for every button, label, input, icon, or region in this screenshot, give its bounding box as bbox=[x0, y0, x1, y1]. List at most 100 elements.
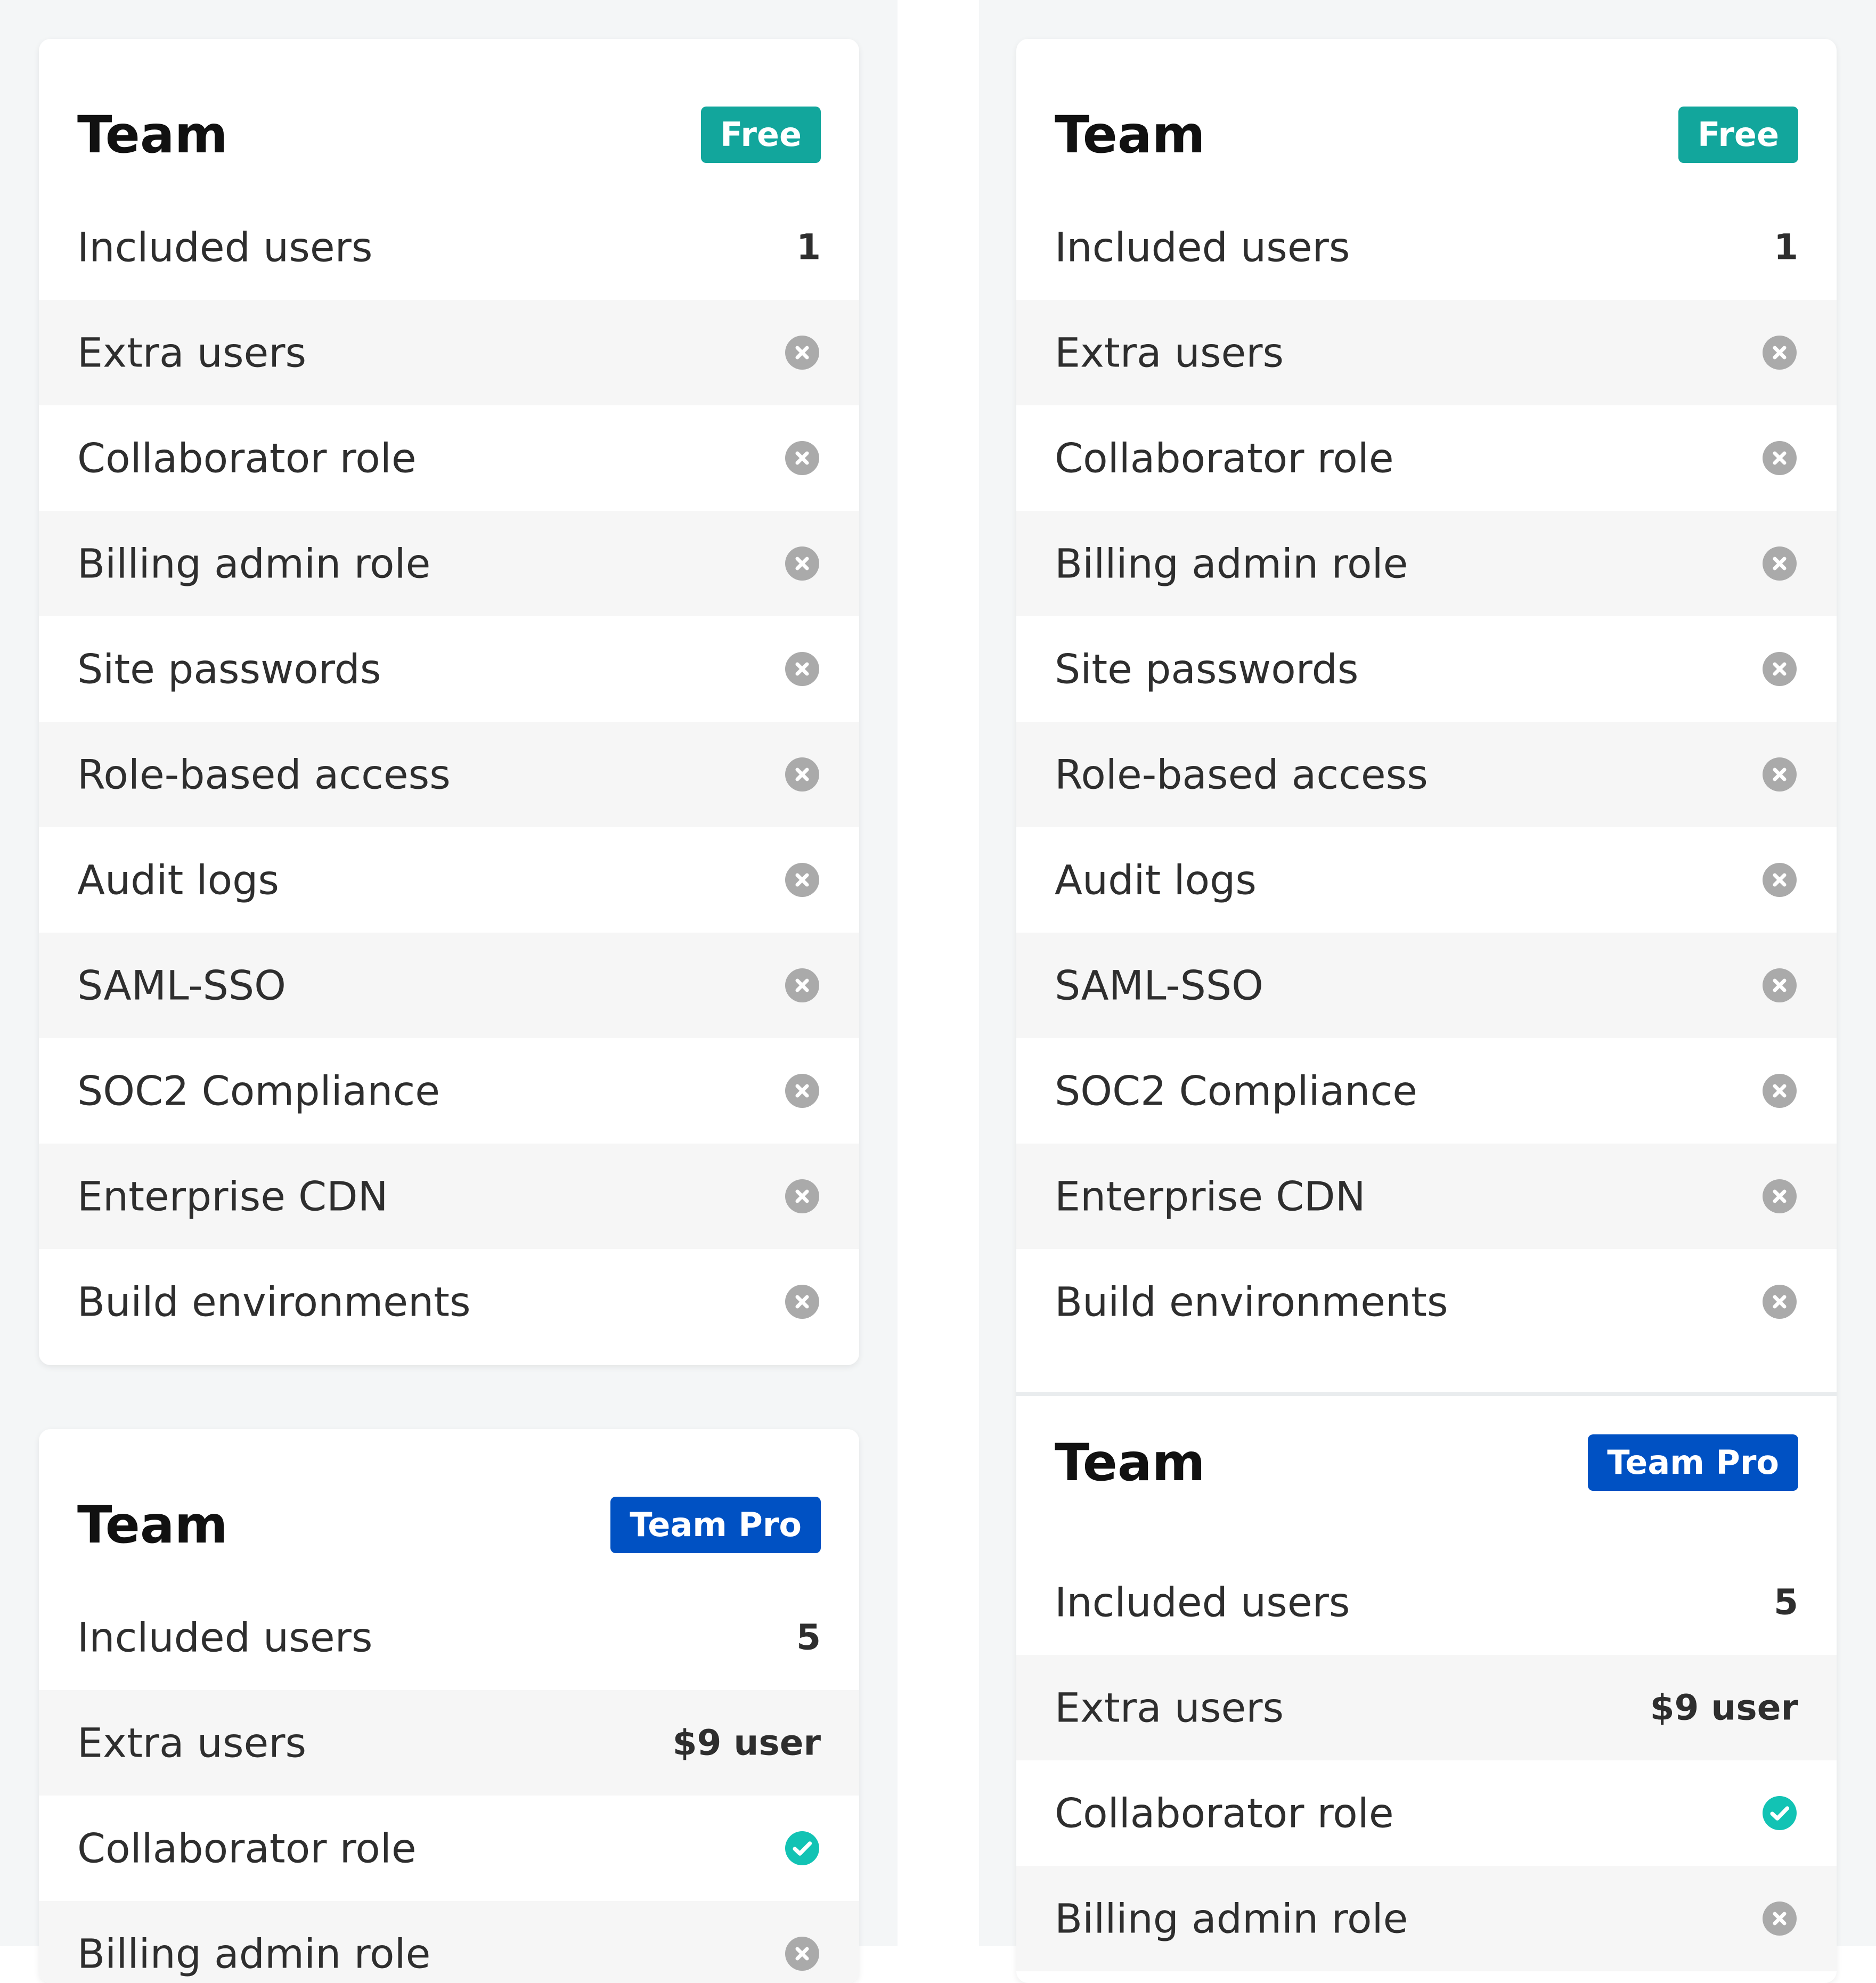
feature-label: Collaborator role bbox=[1055, 434, 1394, 482]
feature-row-included-users: Included users 5 bbox=[1016, 1549, 1837, 1655]
feature-label: Build environments bbox=[77, 1278, 471, 1326]
feature-label: SOC2 Compliance bbox=[1055, 1067, 1417, 1115]
x-circle-icon bbox=[1763, 757, 1797, 791]
feature-row-extra-users: Extra users bbox=[39, 300, 859, 405]
feature-row-extra-users: Extra users bbox=[1016, 300, 1837, 405]
feature-label: SAML-SSO bbox=[1055, 961, 1263, 1009]
plan-card-free: Team Free Included users 1 Extra users Coll… bbox=[39, 39, 859, 1365]
feature-row-role-based-access: Role-based access bbox=[39, 722, 859, 827]
feature-row-audit-logs: Audit logs bbox=[39, 827, 859, 933]
plan-title: Team bbox=[1055, 1433, 1205, 1492]
x-circle-icon bbox=[1763, 968, 1797, 1002]
feature-row-site-passwords: Site passwords bbox=[1016, 616, 1837, 722]
x-circle-icon bbox=[785, 757, 819, 791]
x-circle-icon bbox=[1763, 1179, 1797, 1213]
plan-badge-free: Free bbox=[700, 107, 821, 163]
plan-comparison-card: Team Free Included users 1 Extra users Coll… bbox=[1016, 39, 1837, 1983]
x-circle-icon bbox=[1763, 1902, 1797, 1936]
feature-label: Role-based access bbox=[77, 750, 451, 798]
feature-label: Included users bbox=[77, 1613, 373, 1661]
plan-badge-team-pro: Team Pro bbox=[610, 1497, 821, 1553]
x-circle-icon bbox=[785, 546, 819, 581]
plan-badge-free: Free bbox=[1678, 107, 1798, 163]
feature-label: SOC2 Compliance bbox=[77, 1067, 440, 1115]
feature-row-included-users: Included users 1 bbox=[39, 194, 859, 300]
feature-label: Enterprise CDN bbox=[1055, 1172, 1366, 1220]
feature-label: Extra users bbox=[77, 329, 307, 377]
feature-row-audit-logs: Audit logs bbox=[1016, 827, 1837, 933]
feature-row-billing-admin-role: Billing admin role bbox=[39, 1901, 859, 1983]
feature-label: Billing admin role bbox=[1055, 540, 1408, 587]
feature-row-included-users: Included users 5 bbox=[39, 1585, 859, 1690]
x-circle-icon bbox=[1763, 652, 1797, 686]
feature-row-build-environments: Build environments bbox=[39, 1249, 859, 1354]
feature-label: Included users bbox=[1055, 1578, 1350, 1626]
feature-label: Site passwords bbox=[77, 645, 381, 693]
plan-card-header: Team Free bbox=[1016, 39, 1837, 194]
feature-label: Enterprise CDN bbox=[77, 1172, 388, 1220]
feature-label: Audit logs bbox=[77, 856, 279, 904]
feature-label: Billing admin role bbox=[77, 1930, 431, 1978]
feature-value: 1 bbox=[1774, 226, 1798, 268]
feature-row-saml-sso: SAML-SSO bbox=[1016, 933, 1837, 1038]
plan-title: Team bbox=[77, 105, 228, 165]
feature-label: SAML-SSO bbox=[77, 961, 286, 1009]
feature-row-site-passwords: Site passwords bbox=[39, 616, 859, 722]
feature-row-extra-users: Extra users $9 user bbox=[1016, 1655, 1837, 1760]
plan-card-team-pro: Team Team Pro Included users 5 Extra users… bbox=[39, 1429, 859, 1983]
feature-label: Audit logs bbox=[1055, 856, 1257, 904]
x-circle-icon bbox=[785, 1074, 819, 1108]
plan-divider bbox=[1016, 1392, 1837, 1396]
feature-row-enterprise-cdn: Enterprise CDN bbox=[1016, 1144, 1837, 1249]
feature-label: Build environments bbox=[1055, 1278, 1448, 1326]
x-circle-icon bbox=[1763, 546, 1797, 581]
x-circle-icon bbox=[1763, 336, 1797, 370]
feature-list: Included users 1 Extra users Collaborator r… bbox=[1016, 194, 1837, 1354]
feature-label: Extra users bbox=[1055, 1684, 1284, 1732]
feature-label: Billing admin role bbox=[77, 540, 431, 587]
feature-label: Site passwords bbox=[1055, 645, 1359, 693]
feature-label: Collaborator role bbox=[77, 434, 417, 482]
plan-title: Team bbox=[1055, 105, 1205, 165]
plan-title: Team bbox=[77, 1495, 228, 1555]
feature-row-billing-admin-role: Billing admin role bbox=[1016, 511, 1837, 616]
check-circle-icon bbox=[1763, 1796, 1797, 1830]
card-bottom-spacer bbox=[1016, 1354, 1837, 1392]
x-circle-icon bbox=[785, 968, 819, 1002]
feature-row-soc2-compliance: SOC2 Compliance bbox=[39, 1038, 859, 1144]
feature-value: 5 bbox=[796, 1617, 821, 1658]
feature-row-collaborator-role: Collaborator role bbox=[1016, 1760, 1837, 1866]
feature-label: Collaborator role bbox=[77, 1824, 417, 1872]
plan-badge-team-pro: Team Pro bbox=[1588, 1434, 1798, 1491]
plan-card-header: Team Team Pro bbox=[39, 1429, 859, 1585]
x-circle-icon bbox=[1763, 1285, 1797, 1319]
feature-value: $9 user bbox=[672, 1722, 821, 1764]
feature-label: Extra users bbox=[77, 1719, 307, 1767]
feature-label: Collaborator role bbox=[1055, 1789, 1394, 1837]
x-circle-icon bbox=[785, 863, 819, 897]
feature-value: 1 bbox=[796, 226, 821, 268]
x-circle-icon bbox=[1763, 863, 1797, 897]
feature-row-collaborator-role: Collaborator role bbox=[39, 405, 859, 511]
feature-row-collaborator-role: Collaborator role bbox=[1016, 405, 1837, 511]
feature-list: Included users 5 Extra users $9 user Collabo… bbox=[1016, 1549, 1837, 1971]
feature-list: Included users 1 Extra users Collaborator r… bbox=[39, 194, 859, 1354]
feature-label: Included users bbox=[77, 223, 373, 271]
x-circle-icon bbox=[785, 336, 819, 370]
plan-card-header: Team Free bbox=[39, 39, 859, 194]
plan-card-header: Team Team Pro bbox=[1016, 1396, 1837, 1549]
feature-label: Billing admin role bbox=[1055, 1895, 1408, 1943]
feature-row-billing-admin-role: Billing admin role bbox=[1016, 1866, 1837, 1971]
feature-label: Extra users bbox=[1055, 329, 1284, 377]
feature-row-enterprise-cdn: Enterprise CDN bbox=[39, 1144, 859, 1249]
x-circle-icon bbox=[785, 1937, 819, 1971]
feature-row-role-based-access: Role-based access bbox=[1016, 722, 1837, 827]
feature-row-saml-sso: SAML-SSO bbox=[39, 933, 859, 1038]
x-circle-icon bbox=[1763, 1074, 1797, 1108]
feature-row-extra-users: Extra users $9 user bbox=[39, 1690, 859, 1796]
feature-value: $9 user bbox=[1650, 1687, 1798, 1728]
feature-row-build-environments: Build environments bbox=[1016, 1249, 1837, 1354]
feature-row-billing-admin-role: Billing admin role bbox=[39, 511, 859, 616]
x-circle-icon bbox=[785, 1285, 819, 1319]
feature-list: Included users 5 Extra users $9 user Collabo… bbox=[39, 1585, 859, 1983]
